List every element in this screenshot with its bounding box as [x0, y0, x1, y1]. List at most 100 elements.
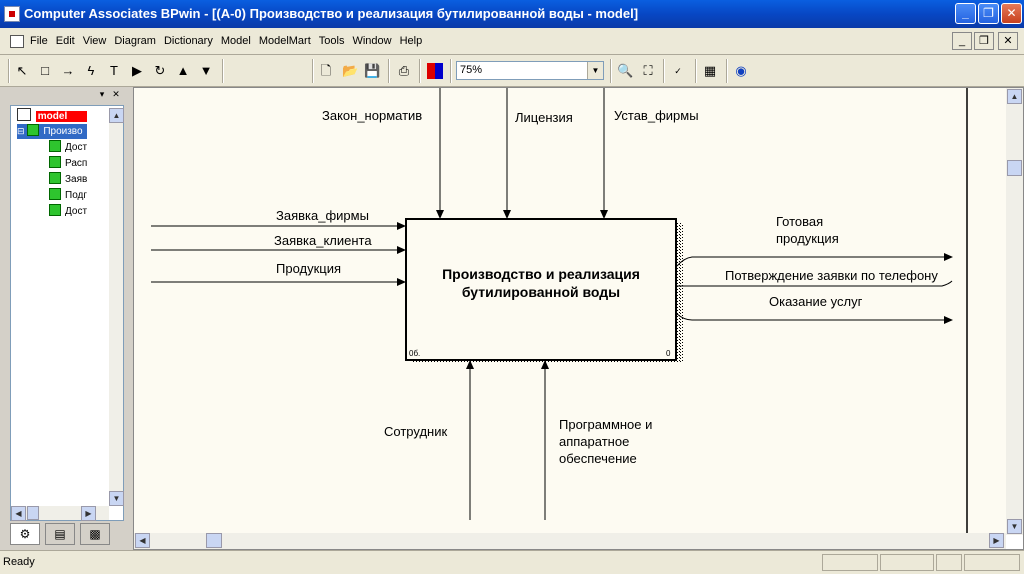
output-label-line1: Готовая — [776, 214, 823, 229]
scroll-thumb[interactable] — [1007, 160, 1022, 176]
tab-objects[interactable]: ▩ — [80, 523, 110, 545]
tree-item[interactable]: Дост — [49, 204, 87, 219]
output-label: Потверждение заявки по телефону — [725, 268, 938, 283]
triangle-up-icon[interactable]: ▲ — [175, 63, 191, 79]
canvas-horizontal-scrollbar[interactable]: ◀ ▶ — [134, 533, 1006, 549]
tree-item[interactable]: Заяв — [49, 172, 87, 187]
maximize-button[interactable]: ❐ — [978, 3, 999, 24]
scroll-left-icon[interactable]: ◀ — [11, 506, 26, 521]
model-tree[interactable]: model ⊟ Произво Дост Расп Заяв Подг Дост… — [10, 105, 124, 521]
triangle-down-icon[interactable]: ▼ — [198, 63, 214, 79]
idef0-diagram[interactable]: Производство и реализация бутилированной… — [134, 88, 1006, 535]
tree-vertical-scrollbar[interactable]: ▲ ▼ — [109, 108, 124, 506]
activity-icon — [49, 204, 61, 216]
mechanism-label-line1: Программное и — [559, 417, 652, 432]
tree-item-label: Дост — [65, 142, 88, 153]
diagram-canvas[interactable]: Производство и реализация бутилированной… — [134, 88, 1006, 535]
minimize-button[interactable]: _ — [955, 3, 976, 24]
output-arrow[interactable] — [676, 253, 953, 267]
tree-activity[interactable]: ⊟ Произво — [17, 124, 87, 139]
triangle-right-icon[interactable]: ▶ — [129, 63, 145, 79]
tree-item-label: Подг — [65, 190, 88, 201]
menu-view[interactable]: View — [83, 35, 107, 47]
save-icon[interactable]: 💾 — [364, 63, 380, 79]
menu-dictionary[interactable]: Dictionary — [164, 35, 213, 47]
document-icon[interactable] — [10, 35, 24, 48]
status-text: Ready — [3, 556, 35, 568]
scroll-right-icon[interactable]: ▶ — [81, 506, 96, 521]
chevron-down-icon[interactable]: ▼ — [587, 62, 603, 79]
menu-diagram[interactable]: Diagram — [114, 35, 156, 47]
title-bar: Computer Associates BPwin - [(A-0) Произ… — [0, 0, 1024, 28]
menu-model[interactable]: Model — [221, 35, 251, 47]
scroll-up-icon[interactable]: ▲ — [1007, 89, 1022, 104]
pointer-icon[interactable]: ↖ — [14, 63, 30, 79]
toolbar-separator — [695, 59, 697, 83]
model-explorer-icon[interactable]: ▦ — [702, 63, 718, 79]
activity-icon — [49, 188, 61, 200]
control-label: Лицензия — [515, 110, 573, 125]
status-pane — [936, 554, 962, 571]
new-icon[interactable]: 🗋 — [318, 63, 334, 79]
scroll-left-icon[interactable]: ◀ — [135, 533, 150, 548]
zoom-in-icon[interactable]: 🔍 — [617, 63, 633, 79]
print-icon[interactable]: ⎙ — [396, 63, 412, 79]
scroll-down-icon[interactable]: ▼ — [109, 491, 124, 506]
menu-tools[interactable]: Tools — [319, 35, 345, 47]
box-title-line2: бутилированной воды — [462, 284, 620, 300]
box-cost-label: 0б. — [409, 349, 420, 358]
canvas-vertical-scrollbar[interactable]: ▲ ▼ — [1006, 88, 1023, 535]
scroll-right-icon[interactable]: ▶ — [989, 533, 1004, 548]
text-icon[interactable]: T — [106, 63, 122, 79]
tree-root[interactable]: model — [17, 108, 88, 123]
tree-item-label: Расп — [65, 158, 88, 169]
menu-help[interactable]: Help — [400, 35, 423, 47]
tree-activity-label: Произво — [43, 126, 83, 137]
tree-item[interactable]: Расп — [49, 156, 87, 171]
squiggle-icon[interactable]: ϟ — [83, 63, 99, 79]
close-button[interactable]: ✕ — [1001, 3, 1022, 24]
menu-window[interactable]: Window — [352, 35, 391, 47]
menu-file[interactable]: File — [30, 35, 48, 47]
mdi-close-button[interactable]: ✕ — [998, 32, 1018, 50]
toolbar-separator — [388, 59, 390, 83]
box-number-label: 0 — [666, 349, 671, 358]
menu-edit[interactable]: Edit — [56, 35, 75, 47]
zoom-select[interactable]: 75% ▼ — [456, 61, 604, 80]
scroll-up-icon[interactable]: ▲ — [109, 108, 124, 123]
activities-icon: ⚙ — [19, 527, 31, 541]
scroll-down-icon[interactable]: ▼ — [1007, 519, 1022, 534]
arrow-icon[interactable]: → — [60, 63, 76, 79]
zoom-fit-icon[interactable]: ⛶ — [640, 63, 656, 79]
tree-root-label: model — [35, 111, 88, 122]
scroll-thumb[interactable] — [206, 533, 222, 548]
activity-icon — [27, 124, 40, 136]
globe-icon[interactable]: ◉ — [733, 63, 749, 79]
output-arrow[interactable] — [676, 313, 953, 324]
open-icon[interactable]: 📂 — [342, 63, 358, 79]
mdi-minimize-button[interactable]: _ — [952, 32, 972, 50]
toolbar-separator — [222, 59, 224, 83]
spell-check-icon[interactable]: ✓ — [670, 63, 686, 79]
pin-icon[interactable]: ▾ — [96, 89, 108, 99]
box-icon[interactable]: □ — [37, 63, 53, 79]
mdi-restore-button[interactable]: ❐ — [974, 32, 994, 50]
status-pane — [880, 554, 934, 571]
color-icon[interactable] — [427, 63, 443, 79]
tree-item[interactable]: Дост — [49, 140, 87, 155]
menu-bar: File Edit View Diagram Dictionary Model … — [0, 28, 1024, 55]
toolbar: ↖ □ → ϟ T ▶ ↻ ▲ ▼ 🗋 📂 💾 ⎙ 75% ▼ 🔍 ⛶ ✓ ▦ … — [0, 55, 1024, 87]
rotate-icon[interactable]: ↻ — [152, 63, 168, 79]
close-icon[interactable]: ✕ — [110, 89, 122, 99]
menu-modelmart[interactable]: ModelMart — [259, 35, 311, 47]
tree-horizontal-scrollbar[interactable]: ◀ ▶ — [11, 506, 109, 521]
scroll-thumb[interactable] — [27, 506, 39, 520]
tab-diagrams[interactable]: ▤ — [45, 523, 75, 545]
toolbar-separator — [726, 59, 728, 83]
mechanism-label-line2: аппаратное — [559, 434, 629, 449]
tree-item-label: Дост — [65, 206, 88, 217]
tree-item[interactable]: Подг — [49, 188, 87, 203]
collapse-icon[interactable]: ⊟ — [17, 126, 25, 136]
tab-activities[interactable]: ⚙ — [10, 523, 40, 545]
app-icon[interactable] — [4, 6, 20, 22]
